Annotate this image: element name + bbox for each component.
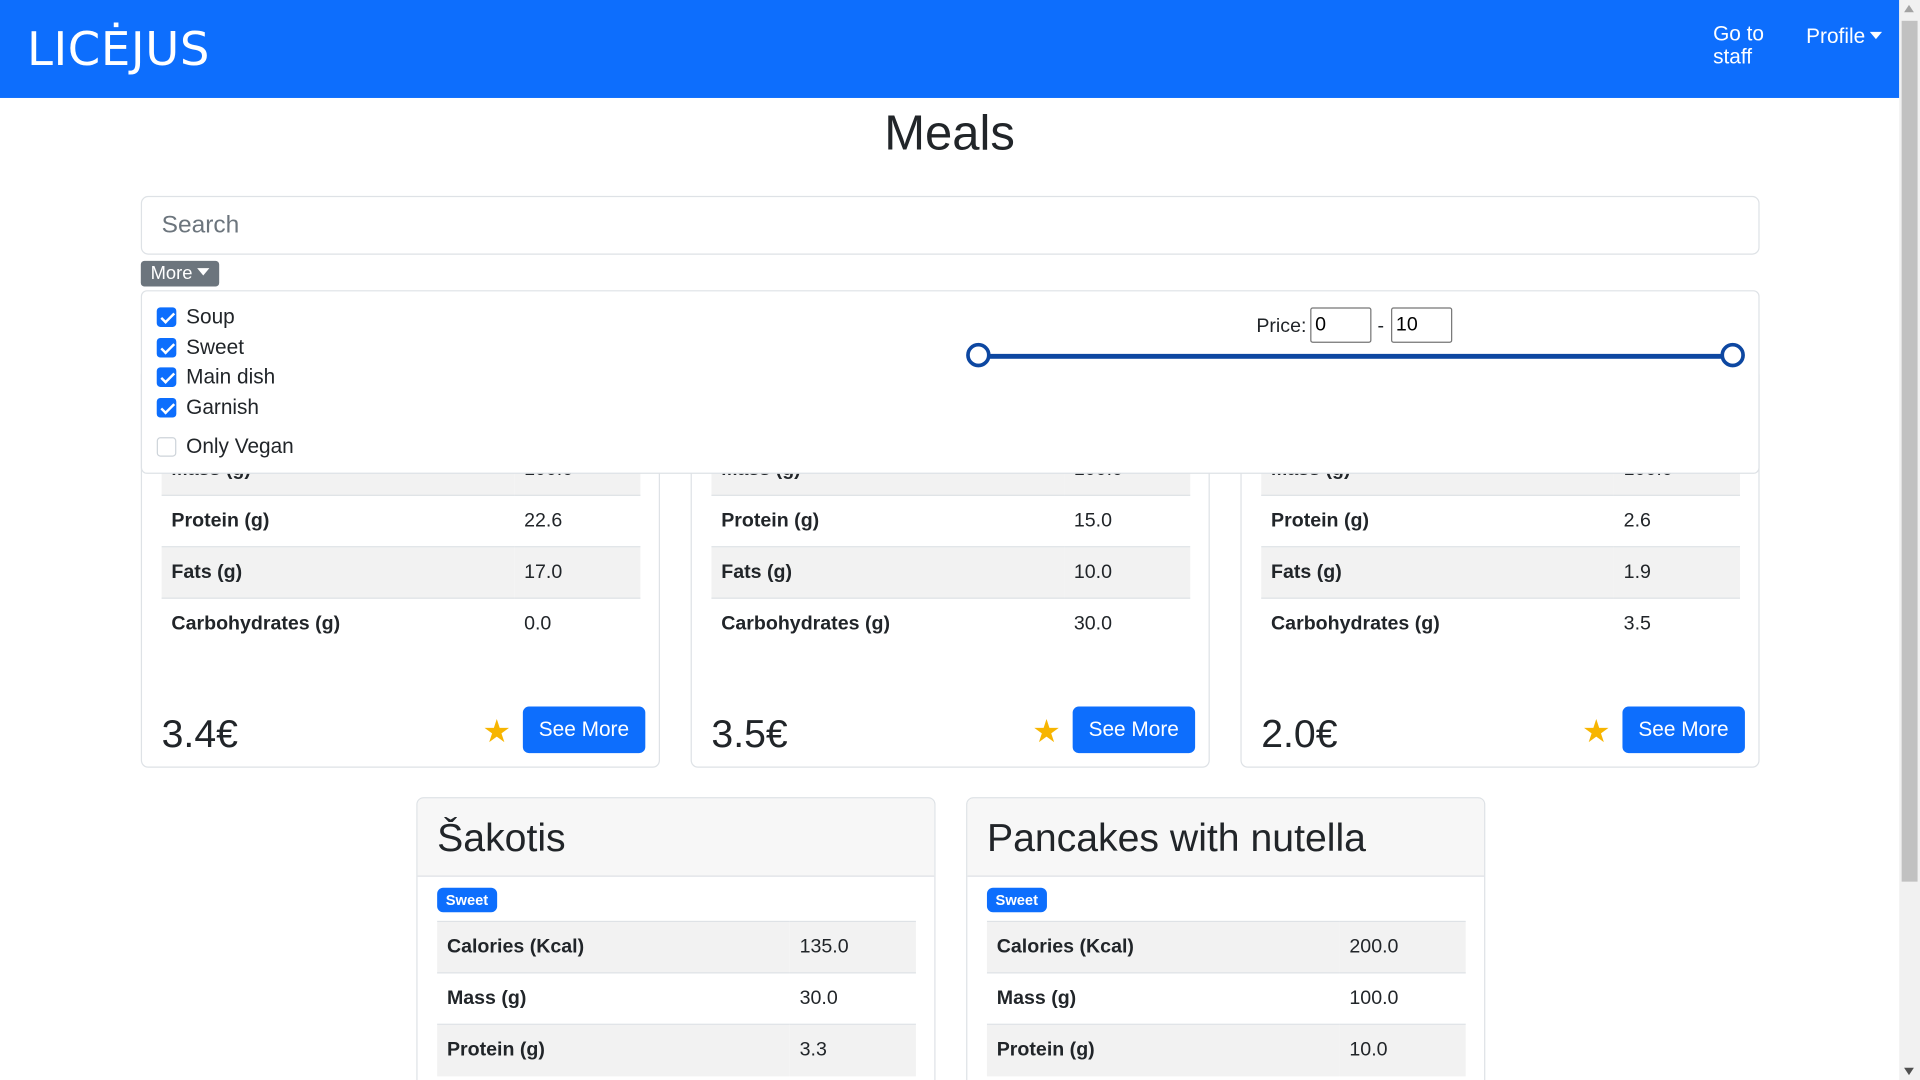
page-title: Meals (884, 106, 1015, 161)
filter-label: Sweet (186, 335, 244, 359)
category-badge: Sweet (986, 887, 1047, 913)
carbs-value: 30.0 (1064, 597, 1191, 650)
nutrition-table: Mass (g)100.0 Protein (g)22.6 Fats (g)17… (161, 443, 641, 650)
see-more-button[interactable]: See More (522, 706, 645, 754)
meal-price: 3.5€ (711, 711, 788, 756)
category-badge: Sweet (437, 887, 497, 913)
see-more-button[interactable]: See More (1072, 706, 1195, 754)
fats-value: 17.0 (514, 546, 641, 599)
see-more-button[interactable]: See More (1622, 706, 1745, 754)
checkbox-sweet[interactable] (156, 337, 177, 358)
table-row: Protein (g) 10.0 (986, 1023, 1466, 1076)
calories-value: 135.0 (789, 920, 916, 973)
filter-panel: Soup Sweet Main dish Garnish Only Vegan … (140, 290, 1760, 474)
go-to-staff-link[interactable]: Go to staff (1713, 22, 1786, 69)
price-min-input[interactable] (1310, 307, 1372, 343)
carbs-value: 3.5 (1613, 597, 1741, 650)
protein-value: 3.3 (789, 1023, 916, 1076)
fats-value: 10.0 (1064, 546, 1191, 599)
meal-card: Pancakes with nutella Sweet Calories (Kc… (966, 797, 1486, 1080)
vertical-scrollbar[interactable] (1899, 0, 1920, 1080)
meal-price: 3.4€ (161, 711, 238, 756)
table-row: Carbohydrates (g) 3.5 (1261, 597, 1741, 650)
search-input[interactable] (140, 195, 1760, 255)
scroll-up-icon[interactable] (1904, 4, 1914, 13)
mass-label: Mass (g) (986, 972, 1340, 1025)
more-label: More (150, 263, 193, 285)
protein-label: Protein (g) (161, 494, 515, 547)
more-filters-button[interactable]: More (140, 260, 220, 287)
protein-label: Protein (g) (1261, 494, 1614, 547)
carbs-label: Carbohydrates (g) (711, 597, 1065, 650)
favorite-star-icon[interactable]: ★ (1032, 713, 1061, 751)
mass-value: 100.0 (1339, 972, 1466, 1025)
table-row: Carbohydrates (g) 30.0 (711, 597, 1191, 650)
carbs-label: Carbohydrates (g) (161, 597, 515, 650)
price-separator: - (1377, 315, 1385, 337)
favorite-star-icon[interactable]: ★ (1582, 713, 1611, 751)
mass-label: Mass (g) (437, 972, 790, 1025)
calories-label: Calories (Kcal) (437, 920, 790, 973)
filter-label: Only Vegan (186, 434, 294, 458)
scroll-down-icon[interactable] (1904, 1067, 1914, 1076)
table-row: Carbohydrates (g) 0.0 (161, 597, 641, 650)
calories-label: Calories (Kcal) (986, 920, 1340, 973)
price-slider-max-handle[interactable] (1720, 342, 1745, 368)
fats-value: 1.9 (1613, 546, 1741, 599)
fats-label: Fats (g) (1261, 546, 1614, 599)
price-slider-min-handle[interactable] (966, 342, 991, 368)
favorite-star-icon[interactable]: ★ (482, 713, 511, 751)
meal-title: Pancakes with nutella (967, 798, 1485, 877)
protein-value: 2.6 (1613, 494, 1741, 547)
filter-label: Main dish (186, 364, 276, 389)
table-row: Calories (Kcal) 135.0 (437, 920, 916, 973)
meal-card: Šakotis Sweet Calories (Kcal) 135.0 Mass … (416, 797, 936, 1080)
navbar: LICĖJUS Go to staff Profile (0, 0, 1900, 98)
price-max-input[interactable] (1391, 307, 1453, 343)
table-row: Protein (g) 22.6 (161, 494, 641, 547)
protein-label: Protein (g) (437, 1023, 790, 1076)
table-row: Protein (g) 15.0 (711, 494, 1191, 547)
chevron-down-icon (197, 268, 210, 276)
table-row: Mass (g) 30.0 (437, 972, 916, 1025)
fats-label: Fats (g) (161, 546, 515, 599)
price-label: Price: (1256, 315, 1307, 337)
checkbox-main-dish[interactable] (156, 367, 177, 387)
table-row: Fats (g) 10.0 (711, 546, 1191, 599)
checkbox-soup[interactable] (156, 307, 177, 327)
carbs-label: Carbohydrates (g) (1261, 597, 1614, 650)
table-row: Fats (g) 17.0 (161, 546, 641, 599)
protein-label: Protein (g) (711, 494, 1065, 547)
table-row: Mass (g)100.0 (986, 972, 1466, 1025)
checkbox-only-vegan[interactable] (156, 437, 177, 457)
nutrition-table: Mass (g)100.0 Protein (g)2.6 Fats (g)1.9… (1261, 443, 1741, 650)
profile-dropdown[interactable]: Profile (1806, 24, 1883, 48)
chevron-down-icon (1870, 31, 1883, 40)
filter-label: Soup (186, 304, 235, 329)
nutrition-table: Calories (Kcal) 200.0 Mass (g) 100.0 Prote… (986, 920, 1466, 1076)
price-slider-track[interactable] (977, 353, 1733, 359)
protein-label: Protein (g) (986, 1023, 1340, 1076)
protein-value: 15.0 (1064, 494, 1191, 547)
filter-label: Garnish (186, 395, 260, 419)
table-row: Protein (g) 3.3 (437, 1023, 916, 1076)
profile-label: Profile (1806, 24, 1866, 48)
fats-label: Fats (g) (711, 546, 1065, 599)
nutrition-table: Mass (g)100.0 Protein (g)15.0 Fats (g)10… (711, 443, 1191, 650)
table-row: Fats (g) 1.9 (1261, 546, 1741, 599)
scrollbar-thumb[interactable] (1901, 20, 1918, 882)
checkbox-garnish[interactable] (156, 397, 177, 418)
brand-logo[interactable]: LICĖJUS (27, 22, 210, 76)
nutrition-table: Calories (Kcal) 135.0 Mass (g) 30.0 Protei… (437, 920, 916, 1076)
mass-value: 30.0 (789, 972, 916, 1025)
carbs-value: 0.0 (514, 597, 641, 650)
protein-value: 22.6 (514, 494, 641, 547)
table-row: Calories (Kcal) 200.0 (986, 920, 1466, 973)
protein-value: 10.0 (1339, 1023, 1466, 1076)
meal-title: Šakotis (417, 798, 935, 877)
table-row: Protein (g) 2.6 (1261, 494, 1741, 547)
calories-value: 200.0 (1339, 920, 1466, 973)
meal-price: 2.0€ (1261, 711, 1338, 756)
